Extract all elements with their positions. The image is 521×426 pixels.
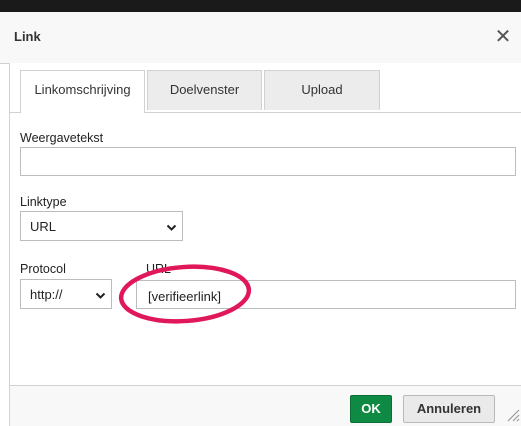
dialog-footer: OK Annuleren: [9, 385, 521, 426]
url-label: URL: [146, 262, 172, 276]
display-text-label: Weergavetekst: [20, 131, 104, 145]
resize-handle-icon[interactable]: [506, 408, 520, 422]
url-input[interactable]: [verifieerlink]: [136, 280, 516, 309]
link-dialog: Link ✕ Linkomschrijving Doelvenster Uplo…: [0, 12, 521, 426]
protocol-label: Protocol: [20, 262, 66, 276]
tab-upload[interactable]: Upload: [264, 70, 380, 110]
top-bar: [0, 0, 521, 12]
close-icon[interactable]: ✕: [490, 22, 516, 52]
url-value: [verifieerlink]: [148, 289, 221, 304]
tab-doelvenster[interactable]: Doelvenster: [147, 70, 262, 110]
protocol-value: http://: [30, 287, 63, 302]
ok-button[interactable]: OK: [350, 395, 392, 423]
display-text-input[interactable]: [20, 147, 516, 176]
chevron-down-icon: [166, 224, 177, 231]
tab-linkomschrijving[interactable]: Linkomschrijving: [20, 70, 145, 113]
dialog-title: Link: [14, 29, 41, 44]
dialog-titlebar: Link ✕: [0, 12, 521, 64]
cancel-button[interactable]: Annuleren: [403, 395, 495, 423]
tab-strip: Linkomschrijving Doelvenster Upload: [10, 63, 521, 113]
protocol-select[interactable]: http://: [20, 279, 112, 309]
dialog-content: Linkomschrijving Doelvenster Upload Weer…: [9, 63, 521, 385]
link-type-value: URL: [30, 219, 57, 234]
chevron-down-icon: [95, 292, 106, 299]
link-type-select[interactable]: URL: [20, 211, 183, 241]
link-type-label: Linktype: [20, 195, 67, 209]
